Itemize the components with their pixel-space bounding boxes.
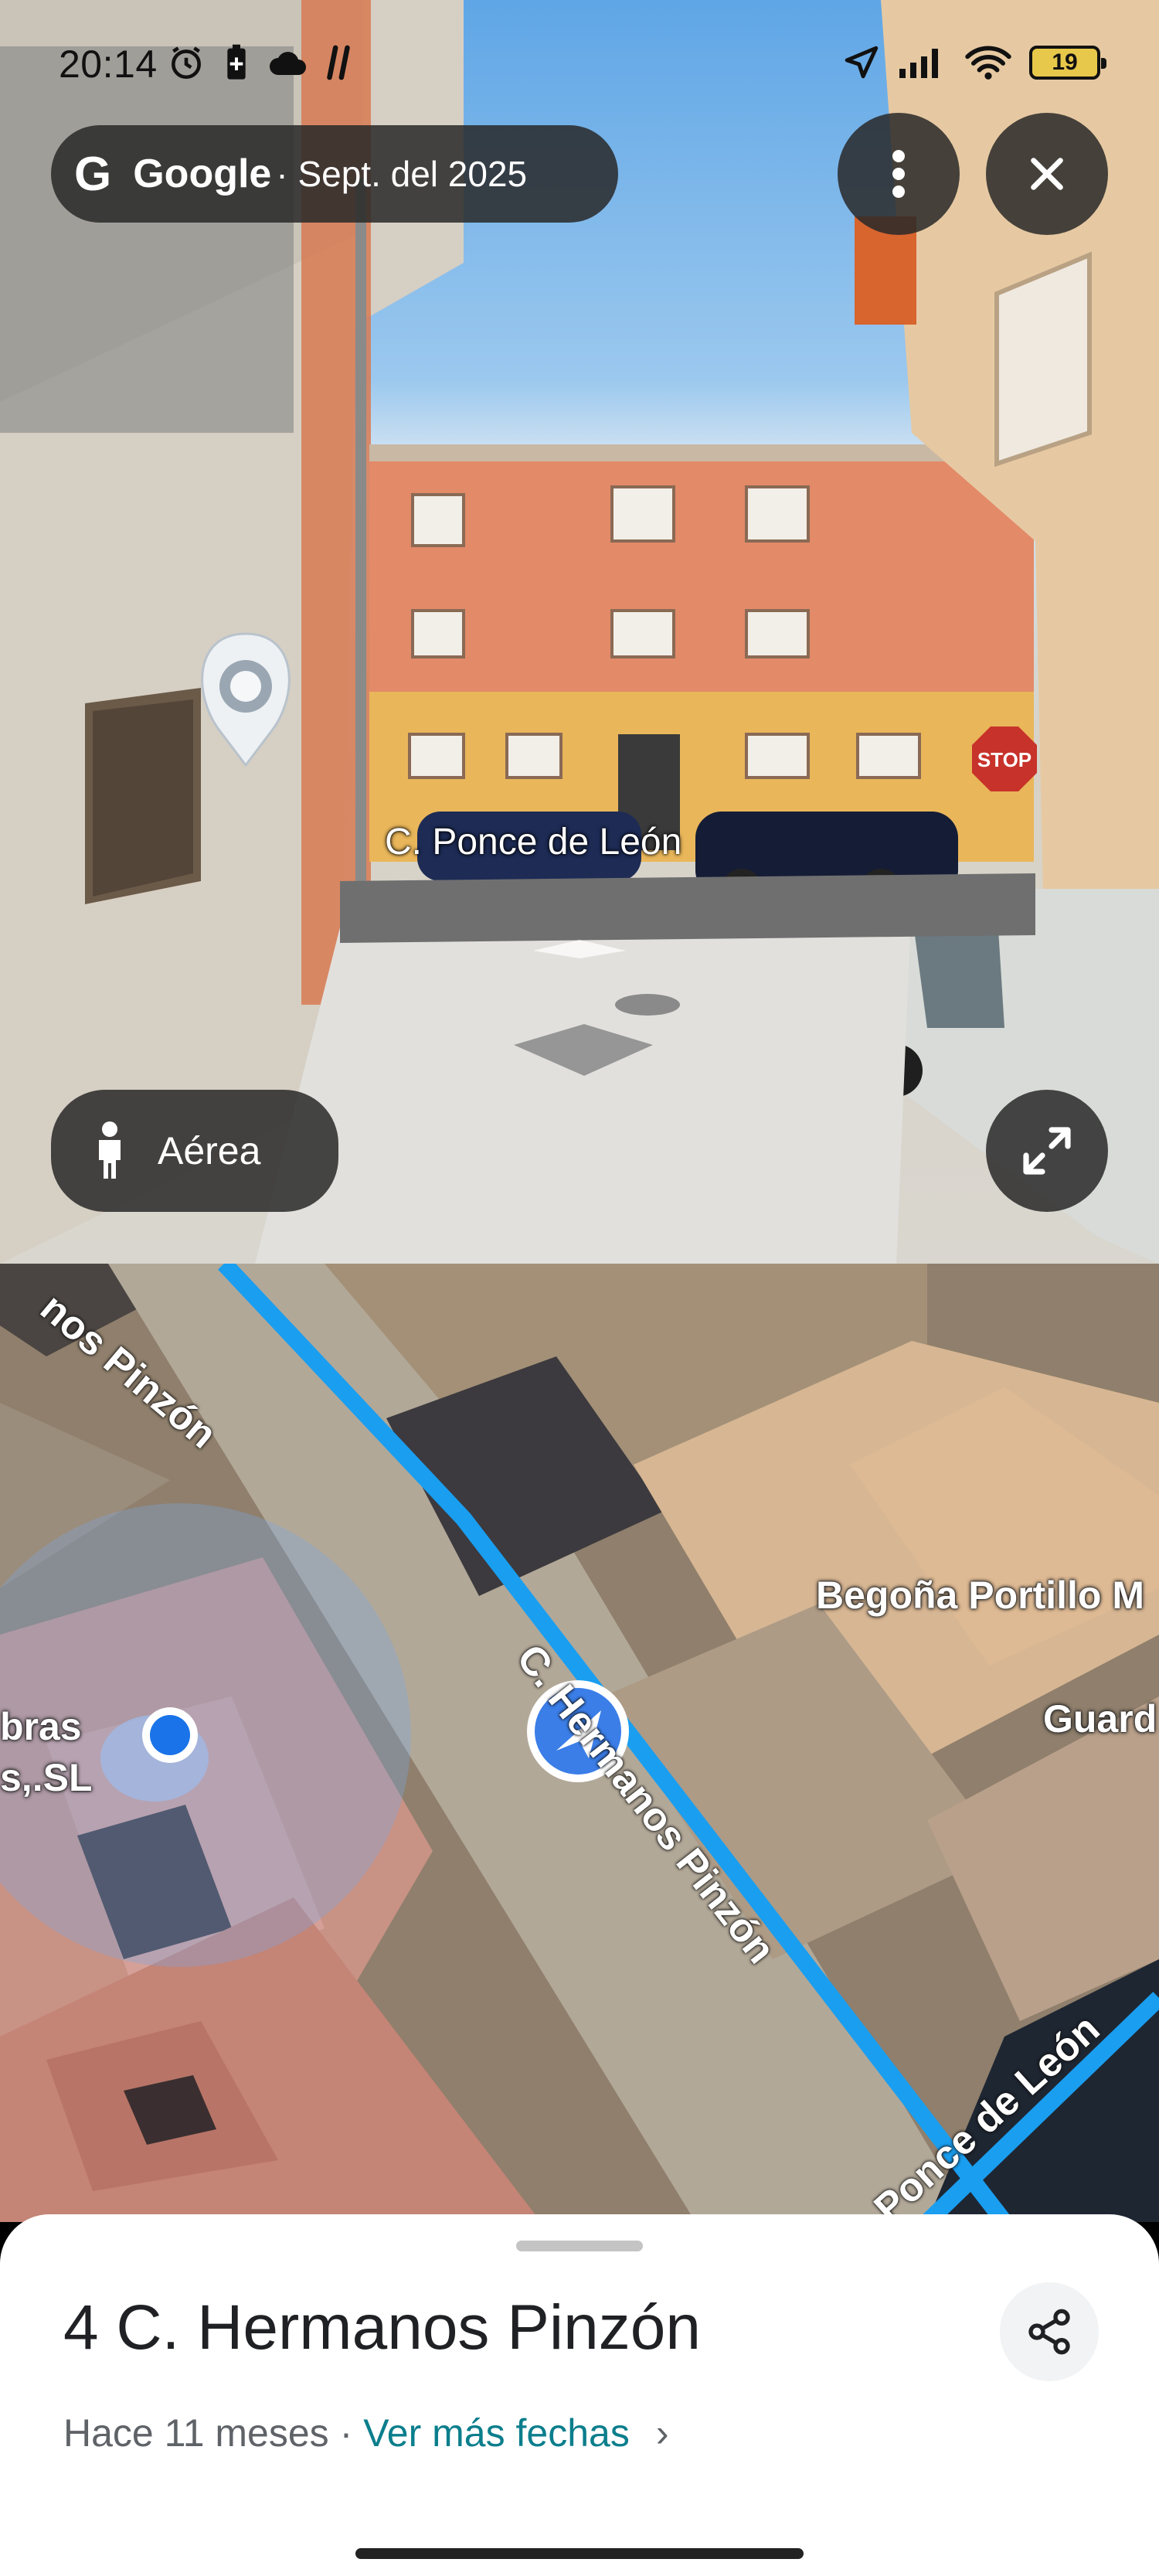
business-label[interactable]: bras [0, 1704, 82, 1749]
svg-text:STOP: STOP [977, 748, 1032, 771]
google-logo: G [74, 147, 112, 201]
location-arrow-icon [845, 46, 879, 79]
battery-indicator: 19 [1029, 46, 1106, 80]
app-icon [327, 45, 350, 80]
imagery-age-row: Hace 11 meses · Ver más fechas › [63, 2411, 668, 2455]
close-icon [1031, 158, 1063, 190]
satellite-map[interactable]: nos Pinzón C. Hermanos Pinzón Ponce de L… [0, 1264, 1159, 2222]
status-bar: 20:14 19 [59, 39, 1106, 93]
imagery-brand: Google [133, 151, 272, 196]
drag-handle[interactable] [516, 2241, 643, 2251]
aerial-view-label: Aérea [158, 1129, 261, 1172]
imagery-source-pill[interactable]: G Google · Sept. del 2025 [51, 125, 618, 223]
more-dates-link[interactable]: Ver más fechas [363, 2411, 630, 2455]
aerial-view-button[interactable]: Aérea [51, 1090, 338, 1212]
more-options-button[interactable] [838, 113, 960, 235]
cellular-signal-icon [899, 49, 938, 78]
street-name-label: C. Ponce de León [385, 822, 682, 863]
cloud-icon [270, 52, 306, 75]
battery-saver-icon [227, 44, 246, 80]
share-button[interactable] [1000, 2282, 1099, 2381]
chevron-right-icon[interactable]: › [656, 2411, 669, 2455]
home-indicator[interactable] [355, 2548, 804, 2559]
business-label[interactable]: Guard [1043, 1696, 1157, 1741]
more-vert-icon [892, 150, 905, 198]
close-button[interactable] [986, 113, 1108, 235]
status-time: 20:14 [59, 43, 158, 86]
share-icon [1028, 2309, 1070, 2355]
business-label[interactable]: s,.SL [0, 1755, 92, 1800]
pegman-icon [99, 1121, 121, 1179]
place-title: 4 C. Hermanos Pinzón [63, 2292, 701, 2363]
street-view-panorama[interactable]: STOP 20:14 19 G Google · Sept. del 2025 … [0, 0, 1159, 1264]
alarm-icon [172, 46, 201, 80]
place-bottom-sheet[interactable]: 4 C. Hermanos Pinzón Hace 11 meses · Ver… [0, 2214, 1159, 2576]
capture-date: · Sept. del 2025 [276, 154, 528, 194]
expand-button[interactable] [986, 1090, 1108, 1212]
imagery-age: Hace 11 meses · [63, 2411, 353, 2455]
business-label[interactable]: Begoña Portillo M [816, 1573, 1144, 1618]
wifi-icon [965, 46, 1011, 80]
expand-icon [1023, 1127, 1071, 1175]
